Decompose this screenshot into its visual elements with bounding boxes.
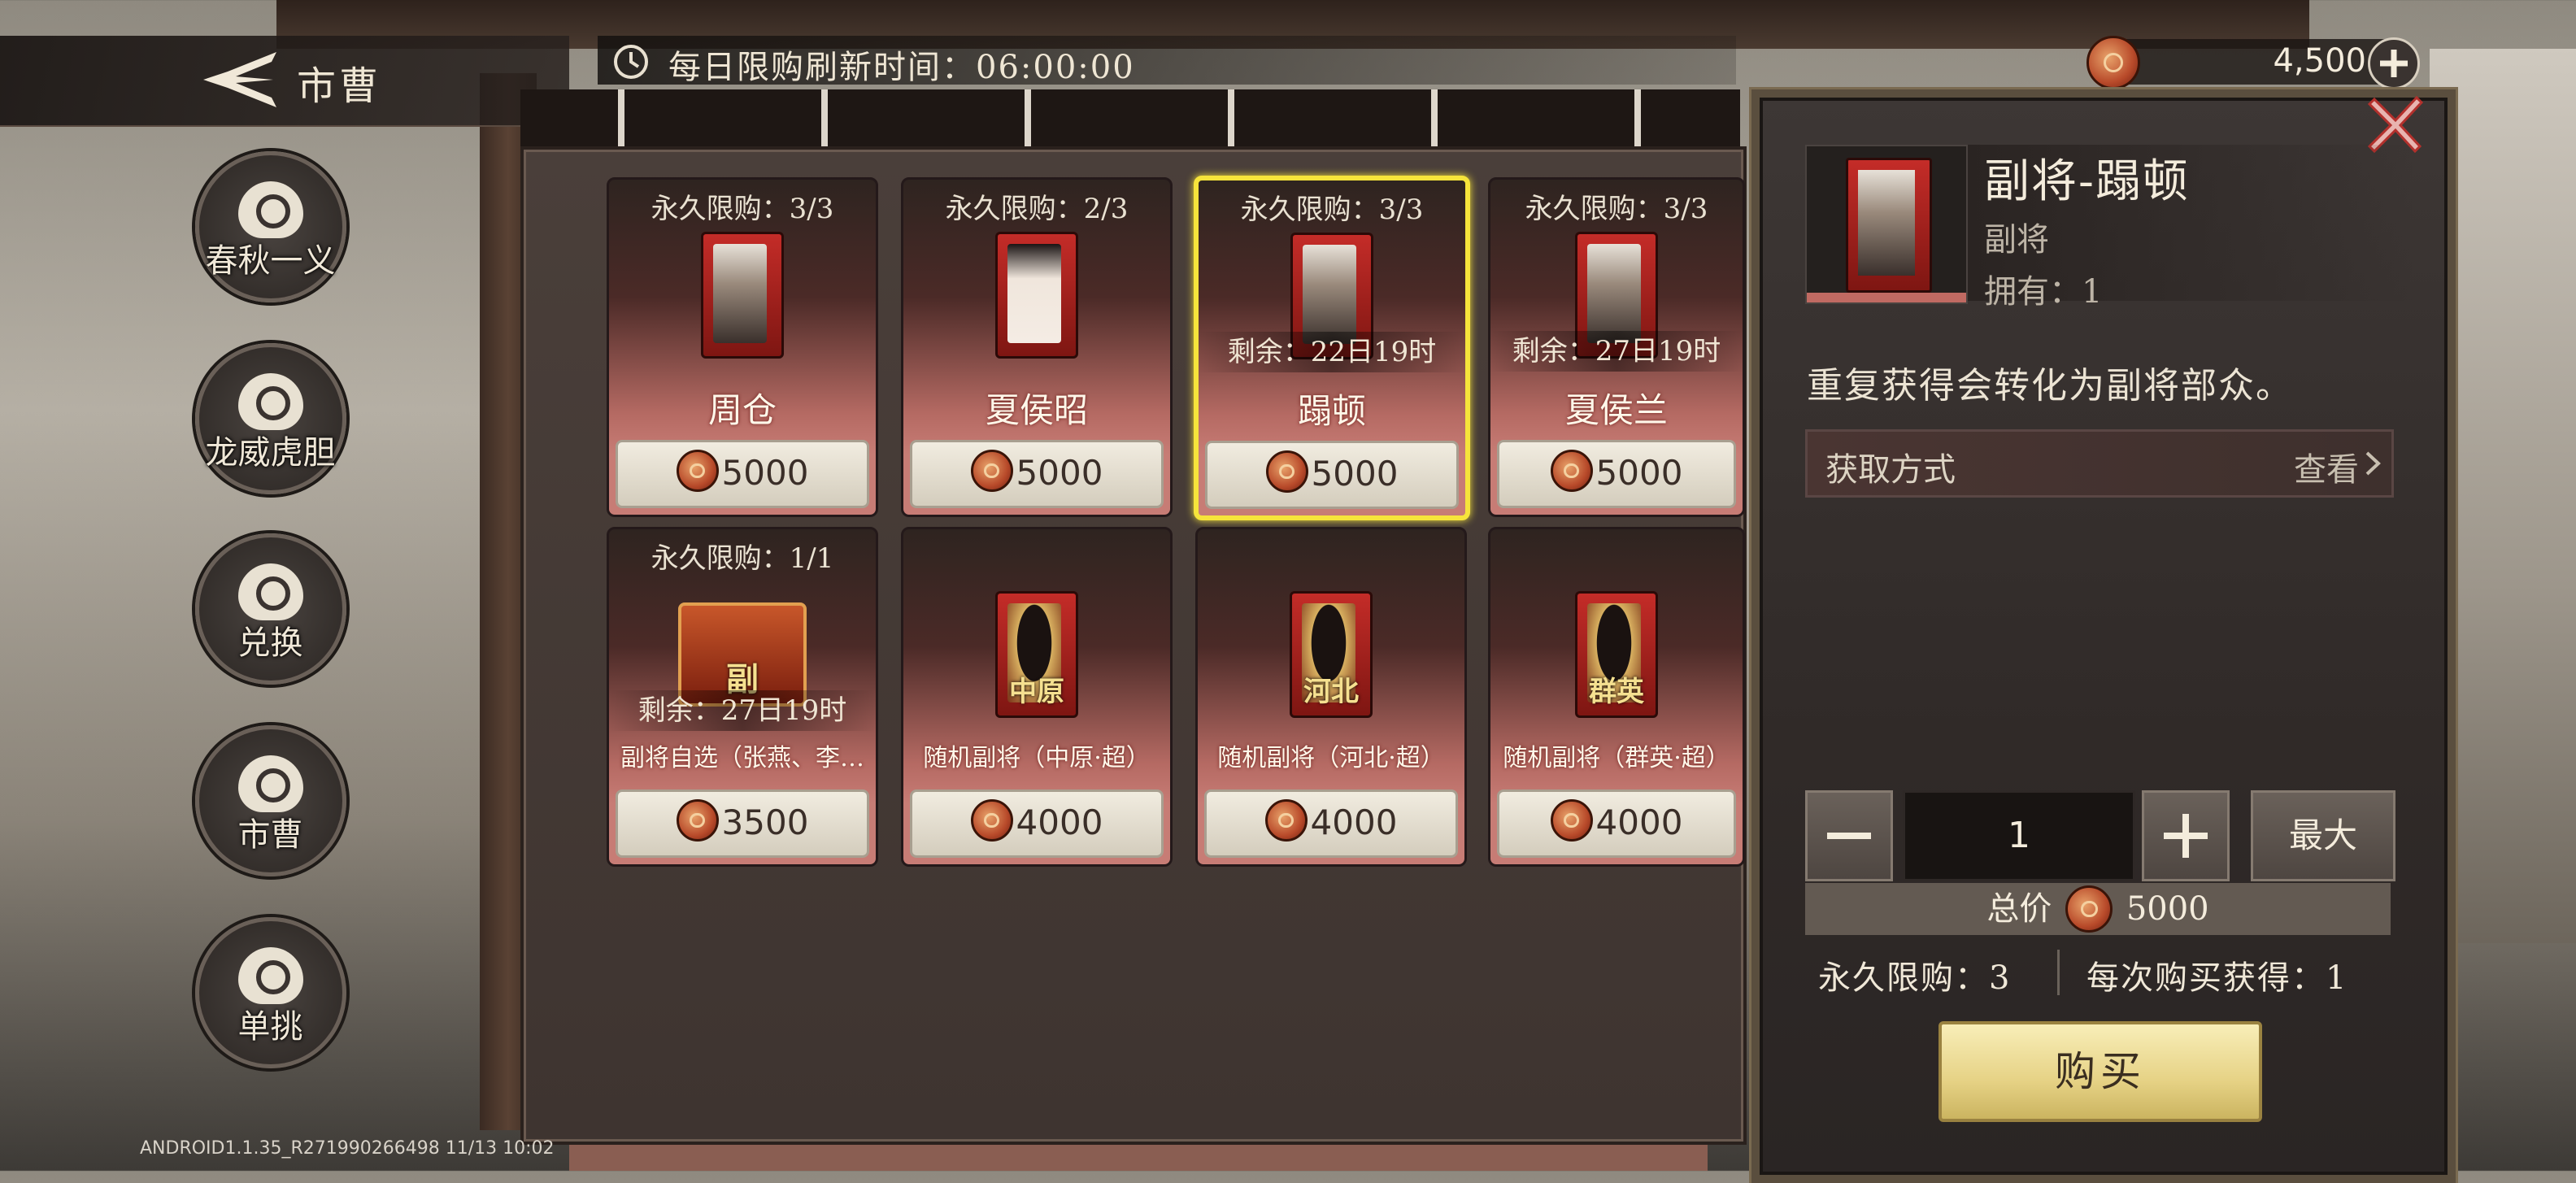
refresh-time-text: 每日限购刷新时间：06:00:00 (668, 49, 1135, 86)
nav-label: 龙威虎胆 (205, 434, 336, 472)
coin-icon (2065, 885, 2113, 933)
shop-card-xiahoulan[interactable]: 永久限购：3/3 剩余：27日19时 夏侯兰 5000 (1488, 177, 1745, 517)
shop-card-random-qunying[interactable]: 群英 随机副将（群英·超） 4000 (1488, 527, 1745, 867)
price-box: 5000 (1205, 441, 1459, 509)
price-box: 5000 (910, 440, 1164, 508)
currency-amount: 4,500 (2273, 42, 2366, 80)
coin-icon (676, 450, 719, 492)
price-text: 5000 (1311, 454, 1399, 494)
price-box: 4000 (1204, 789, 1458, 858)
nav-label: 春秋一义 (205, 242, 336, 280)
buy-button[interactable]: 购买 (1939, 1021, 2262, 1122)
nav-item-market[interactable]: 市曹 (195, 725, 346, 876)
per-purchase-amount: 每次购买获得：1 (2086, 959, 2348, 997)
shop-card-random-hebei[interactable]: 河北 随机副将（河北·超） 4000 (1195, 527, 1467, 867)
detail-owned-count: 拥有：1 (1984, 273, 2103, 311)
shop-card-random-zhongyuan[interactable]: 中原 随机副将（中原·超） 4000 (901, 527, 1173, 867)
price-text: 3500 (721, 802, 809, 842)
card-name: 随机副将（河北·超） (1217, 744, 1445, 772)
add-currency-button[interactable] (2368, 37, 2420, 89)
remaining-time: 剩余：22日19时 (1199, 332, 1465, 372)
back-arrow-icon[interactable] (195, 47, 285, 112)
quantity-input[interactable]: 1 (1903, 790, 2135, 881)
price-text: 4000 (1595, 802, 1683, 842)
silhouette-portrait: 河北 (1290, 591, 1373, 718)
version-text: ANDROID1.1.35_R271990266498 11/13 10:02 (140, 1138, 555, 1159)
purchase-limit: 永久限购：1/1 (651, 542, 834, 575)
nav-label: 兑换 (237, 624, 303, 662)
price-box: 5000 (1497, 440, 1736, 508)
remaining-time: 剩余：27日19时 (609, 690, 876, 731)
header-bar (0, 36, 569, 127)
coin-icon (970, 450, 1013, 492)
general-portrait (701, 232, 784, 359)
price-box: 3500 (616, 789, 869, 858)
card-name: 随机副将（群英·超） (1503, 744, 1730, 772)
coin-icon (676, 799, 719, 842)
card-name: 夏侯昭 (985, 390, 1088, 430)
price-box: 4000 (910, 789, 1164, 858)
coin-icon (1550, 450, 1593, 492)
price-box: 4000 (1497, 789, 1736, 858)
shop-card-select-chest[interactable]: 永久限购：1/1 副 剩余：27日19时 副将自选（张燕、李… 3500 (607, 527, 878, 867)
page-title: 市曹 (297, 63, 382, 109)
decrease-quantity-button[interactable] (1805, 790, 1893, 881)
silhouette-portrait: 中原 (995, 591, 1078, 718)
increase-quantity-button[interactable] (2142, 790, 2230, 881)
price-box: 5000 (616, 440, 869, 508)
total-label: 总价 (1986, 890, 2052, 928)
region-tag: 群英 (1589, 676, 1644, 708)
max-quantity-button[interactable]: 最大 (2251, 790, 2395, 881)
coin-icon (1265, 450, 1308, 493)
general-portrait (995, 232, 1078, 359)
shop-top-rail (520, 89, 1740, 151)
price-text: 5000 (1595, 453, 1683, 493)
price-text: 5000 (721, 453, 809, 493)
region-tag: 中原 (1009, 676, 1064, 708)
detail-type: 副将 (1984, 221, 2049, 259)
card-name: 夏侯兰 (1564, 390, 1668, 430)
purchase-limit: 永久限购：2/3 (945, 193, 1129, 225)
purchase-limit: 永久限购：3/3 (651, 193, 834, 225)
card-name: 副将自选（张燕、李… (620, 744, 864, 772)
permanent-limit: 永久限购：3 (1818, 959, 2012, 997)
shop-card-zhoucang[interactable]: 永久限购：3/3 周仓 5000 (607, 177, 878, 517)
coin-icon (970, 799, 1013, 842)
card-name: 随机副将（中原·超） (923, 744, 1151, 772)
nav-item-longwei[interactable]: 龙威虎胆 (195, 343, 346, 494)
region-tag: 河北 (1303, 676, 1359, 708)
nav-item-chunqiu[interactable]: 春秋一义 (195, 151, 346, 302)
purchase-limit: 永久限购：3/3 (1525, 193, 1708, 225)
view-link[interactable]: 查看 (2294, 443, 2359, 490)
total-value: 5000 (2126, 890, 2209, 928)
shop-card-tadun[interactable]: 永久限购：3/3 剩余：22日19时 蹋顿 5000 (1194, 176, 1470, 520)
nav-label: 市曹 (237, 816, 303, 854)
price-text: 4000 (1016, 802, 1103, 842)
total-price-row: 总价 5000 (1805, 883, 2391, 935)
coin-icon (1550, 799, 1593, 842)
nav-item-exchange[interactable]: 兑换 (195, 533, 346, 685)
chevron-right-icon (2365, 451, 2381, 476)
silhouette-portrait: 群英 (1575, 591, 1658, 718)
shop-card-xiahouzhao[interactable]: 永久限购：2/3 夏侯昭 5000 (901, 177, 1173, 517)
divider (2057, 950, 2060, 995)
card-name: 蹋顿 (1297, 391, 1366, 431)
detail-description: 重复获得会转化为副将部众。 (1807, 365, 2293, 407)
price-text: 5000 (1016, 453, 1103, 493)
acquire-label: 获取方式 (1825, 451, 1956, 489)
nav-label: 单挑 (237, 1008, 303, 1046)
remaining-time: 剩余：27日19时 (1490, 331, 1743, 372)
detail-title: 副将-蹋顿 (1984, 155, 2190, 208)
nav-item-duel[interactable]: 单挑 (195, 917, 346, 1068)
clock-icon (614, 45, 648, 79)
coin-icon (2086, 36, 2140, 89)
detail-portrait (1805, 145, 1968, 304)
price-text: 4000 (1310, 802, 1398, 842)
acquire-method-row[interactable]: 获取方式 查看 (1805, 429, 2394, 498)
card-name: 周仓 (707, 390, 777, 430)
coin-icon (1264, 799, 1308, 842)
purchase-limit: 永久限购：3/3 (1240, 194, 1424, 226)
